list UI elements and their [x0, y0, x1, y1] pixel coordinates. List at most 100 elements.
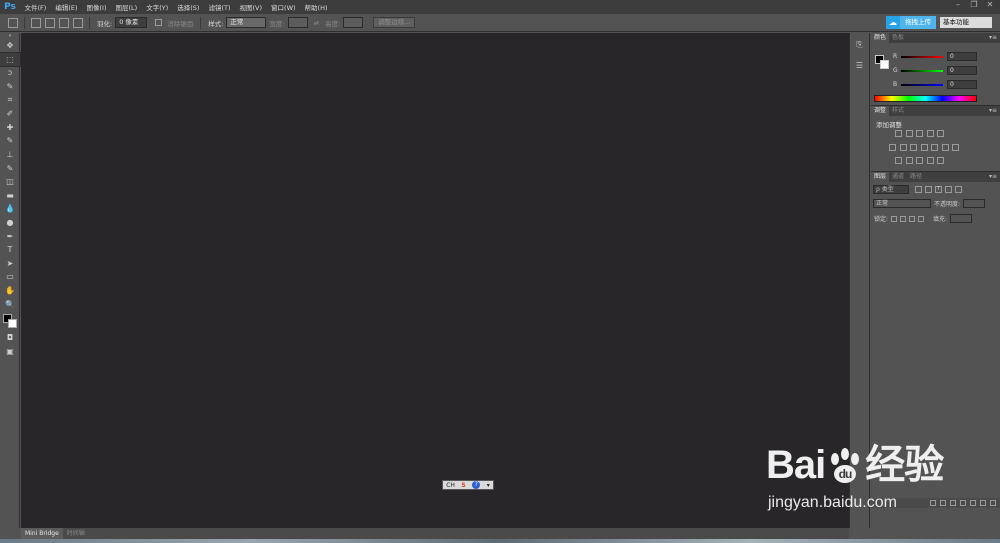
- lasso-tool-icon[interactable]: ↄ: [0, 66, 20, 80]
- brush-tool-icon[interactable]: ✎: [0, 134, 20, 148]
- menu-select[interactable]: 选择(S): [173, 2, 204, 12]
- red-value[interactable]: 0: [947, 52, 977, 61]
- menu-window[interactable]: 窗口(W): [267, 2, 301, 12]
- threshold-icon[interactable]: [916, 157, 923, 164]
- eraser-tool-icon[interactable]: ◫: [0, 175, 20, 189]
- drag-upload-button[interactable]: ☁ 拖拽上传: [886, 16, 936, 29]
- selective-color-icon[interactable]: [937, 157, 944, 164]
- menu-edit[interactable]: 编辑(E): [51, 2, 82, 12]
- history-brush-tool-icon[interactable]: ✎: [0, 161, 20, 175]
- blue-slider[interactable]: [901, 83, 943, 86]
- levels-icon[interactable]: [905, 130, 913, 137]
- panel-menu-icon[interactable]: ▾≡: [989, 33, 997, 43]
- history-icon[interactable]: ⎘: [850, 37, 869, 53]
- brightness-icon[interactable]: [895, 130, 902, 137]
- menu-file[interactable]: 文件(F): [20, 2, 51, 12]
- path-selection-tool-icon[interactable]: ➤: [0, 257, 20, 271]
- width-input[interactable]: [287, 17, 308, 28]
- restore-button[interactable]: ❐: [966, 0, 982, 10]
- background-color[interactable]: [880, 60, 889, 69]
- channel-mixer-icon[interactable]: [941, 144, 949, 151]
- menu-layer[interactable]: 图层(L): [111, 2, 142, 12]
- type-tool-icon[interactable]: T: [0, 243, 20, 257]
- lock-all-icon[interactable]: [918, 215, 925, 222]
- filter-shape-icon[interactable]: [945, 186, 952, 193]
- green-value[interactable]: 0: [947, 66, 977, 75]
- exposure-icon[interactable]: [926, 130, 934, 137]
- gradient-map-icon[interactable]: [937, 130, 944, 137]
- ime-lang[interactable]: CH: [446, 482, 455, 489]
- clone-stamp-tool-icon[interactable]: ⊥: [0, 148, 20, 162]
- screen-mode-icon[interactable]: ▣: [0, 344, 20, 358]
- curves-icon[interactable]: [916, 130, 923, 137]
- posterize-icon[interactable]: [905, 157, 913, 164]
- hand-tool-icon[interactable]: ✋: [0, 284, 20, 298]
- sogou-icon[interactable]: S: [461, 482, 465, 489]
- blue-value[interactable]: 0: [947, 80, 977, 89]
- opacity-input[interactable]: [963, 199, 986, 208]
- filter-smart-object-icon[interactable]: [955, 186, 962, 193]
- color-lookup-icon[interactable]: [952, 144, 959, 151]
- gradient-map-icon[interactable]: [926, 157, 934, 164]
- feather-input[interactable]: 0 像素: [115, 17, 148, 28]
- blend-mode-select[interactable]: 正常: [873, 199, 931, 208]
- blur-tool-icon[interactable]: 💧: [0, 202, 20, 216]
- hue-saturation-icon[interactable]: [899, 144, 907, 151]
- panel-menu-icon[interactable]: ▾≡: [989, 172, 997, 182]
- panel-menu-icon[interactable]: ▾≡: [989, 106, 997, 116]
- menu-type[interactable]: 文字(Y): [142, 2, 173, 12]
- tab-layers[interactable]: 图层: [871, 172, 890, 182]
- eyedropper-tool-icon[interactable]: ✐: [0, 107, 20, 121]
- dodge-tool-icon[interactable]: ●: [0, 216, 20, 230]
- filter-pixel-icon[interactable]: [915, 186, 922, 193]
- document-canvas[interactable]: CH S ? ▾: [21, 33, 849, 528]
- lock-position-icon[interactable]: [909, 215, 916, 222]
- filter-type-icon[interactable]: T: [935, 186, 942, 193]
- invert-icon[interactable]: [895, 157, 902, 164]
- black-white-icon[interactable]: [920, 144, 928, 151]
- tab-adjustments[interactable]: 调整: [871, 106, 890, 116]
- background-color[interactable]: [8, 318, 17, 328]
- tab-paths[interactable]: 路径: [907, 172, 925, 182]
- tool-preset-icon[interactable]: [8, 17, 18, 28]
- gradient-tool-icon[interactable]: ▬: [0, 189, 20, 203]
- height-input[interactable]: [343, 17, 364, 28]
- swap-icon[interactable]: ⇄: [314, 19, 319, 27]
- subtract-selection-icon[interactable]: [59, 17, 69, 28]
- workspace-select[interactable]: 基本功能: [940, 17, 992, 28]
- intersect-selection-icon[interactable]: [73, 17, 83, 28]
- layer-filter-select[interactable]: ρ 类型: [873, 185, 909, 194]
- help-icon[interactable]: ?: [472, 481, 481, 489]
- quick-mask-icon[interactable]: ◘: [0, 331, 20, 345]
- filter-adjustment-icon[interactable]: [925, 186, 932, 193]
- healing-brush-tool-icon[interactable]: ✚: [0, 121, 20, 135]
- new-selection-icon[interactable]: [31, 17, 41, 28]
- tab-timeline[interactable]: 时间轴: [63, 528, 89, 539]
- marquee-tool-icon[interactable]: ⬚: [0, 51, 21, 68]
- ime-menu-icon[interactable]: ▾: [487, 482, 490, 489]
- menu-image[interactable]: 图像(I): [82, 2, 111, 12]
- zoom-tool-icon[interactable]: 🔍: [0, 297, 20, 311]
- refine-edge-button[interactable]: 调整边缘...: [373, 17, 416, 28]
- move-tool-icon[interactable]: ✥: [0, 39, 20, 53]
- rectangle-tool-icon[interactable]: ▭: [0, 270, 20, 284]
- red-slider[interactable]: [901, 55, 943, 58]
- photo-filter-icon[interactable]: [931, 144, 938, 151]
- minimize-button[interactable]: –: [950, 0, 966, 10]
- color-swatches[interactable]: [0, 311, 20, 331]
- add-selection-icon[interactable]: [45, 17, 55, 28]
- ime-toolbar[interactable]: CH S ? ▾: [442, 480, 494, 490]
- color-spectrum[interactable]: [874, 95, 977, 102]
- lock-pixels-icon[interactable]: [900, 215, 907, 222]
- tab-styles[interactable]: 样式: [889, 106, 907, 116]
- quick-select-tool-icon[interactable]: ✎: [0, 80, 20, 94]
- style-select[interactable]: 正常: [226, 17, 267, 28]
- vibrance-icon[interactable]: [889, 144, 896, 151]
- properties-icon[interactable]: ☰: [850, 57, 869, 73]
- menu-filter[interactable]: 滤镜(T): [204, 2, 235, 12]
- close-button[interactable]: ✕: [982, 0, 998, 10]
- menu-help[interactable]: 帮助(H): [300, 2, 332, 12]
- tab-swatches[interactable]: 色板: [889, 33, 907, 43]
- pen-tool-icon[interactable]: ✒: [0, 229, 20, 243]
- lock-transparent-icon[interactable]: [891, 215, 898, 222]
